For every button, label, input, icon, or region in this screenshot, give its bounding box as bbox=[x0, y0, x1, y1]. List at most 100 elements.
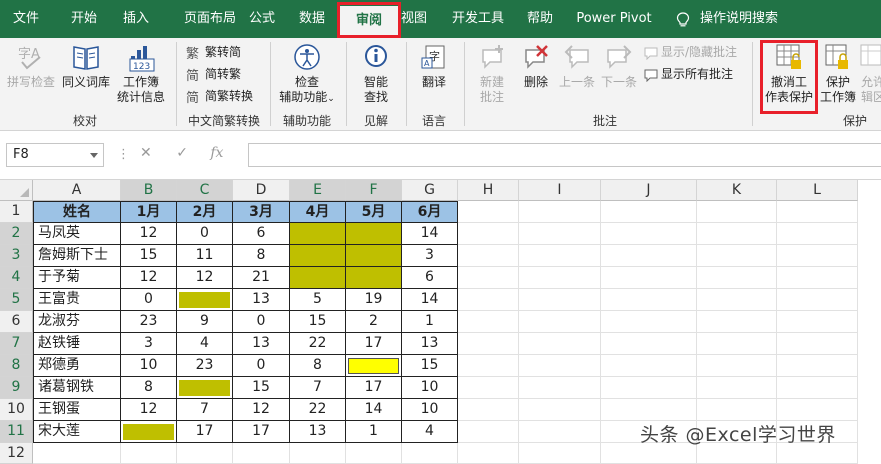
show-all-comments-button[interactable]: 显示所有批注 bbox=[644, 64, 733, 84]
empty-cell[interactable] bbox=[601, 245, 697, 267]
column-header-a[interactable]: A bbox=[33, 180, 121, 201]
data-cell[interactable]: 5 bbox=[290, 289, 346, 311]
translate-button[interactable]: 字 A 翻译 bbox=[412, 42, 456, 90]
data-cell[interactable]: 17 bbox=[177, 421, 233, 443]
data-cell[interactable]: 15 bbox=[290, 311, 346, 333]
data-cell[interactable]: 1 bbox=[402, 311, 458, 333]
row-header-11[interactable]: 11 bbox=[0, 421, 33, 443]
data-cell[interactable]: 10 bbox=[402, 377, 458, 399]
data-cell[interactable]: 10 bbox=[402, 399, 458, 421]
row-header-7[interactable]: 7 bbox=[0, 333, 33, 355]
empty-cell[interactable] bbox=[458, 443, 519, 464]
empty-cell[interactable] bbox=[697, 399, 777, 421]
empty-cell[interactable] bbox=[519, 245, 601, 267]
empty-cell[interactable] bbox=[777, 201, 858, 223]
data-cell[interactable]: 13 bbox=[402, 333, 458, 355]
workbook-statistics-button[interactable]: 123 工作簿 统计信息 bbox=[114, 42, 168, 105]
column-header-h[interactable]: H bbox=[458, 180, 519, 201]
data-cell[interactable]: 15 bbox=[402, 355, 458, 377]
empty-cell[interactable] bbox=[519, 201, 601, 223]
column-header-b[interactable]: B bbox=[121, 180, 177, 201]
empty-cell[interactable] bbox=[458, 245, 519, 267]
row-header-5[interactable]: 5 bbox=[0, 289, 33, 311]
empty-cell[interactable] bbox=[697, 267, 777, 289]
empty-cell[interactable] bbox=[777, 223, 858, 245]
allow-edit-ranges-button[interactable]: 允许 辑区 bbox=[858, 42, 881, 105]
empty-cell[interactable] bbox=[697, 355, 777, 377]
table-header-cell[interactable]: 3月 bbox=[233, 201, 290, 223]
show-hide-comment-button[interactable]: 显示/隐藏批注 bbox=[644, 42, 737, 62]
convert-button[interactable]: 简简繁转换 bbox=[186, 86, 253, 106]
name-cell[interactable]: 马凤英 bbox=[33, 223, 121, 245]
column-header-g[interactable]: G bbox=[402, 180, 458, 201]
empty-cell[interactable] bbox=[458, 201, 519, 223]
to-traditional-button[interactable]: 简简转繁 bbox=[186, 64, 241, 84]
data-cell[interactable]: 3 bbox=[402, 245, 458, 267]
data-cell[interactable] bbox=[290, 267, 346, 289]
row-header-8[interactable]: 8 bbox=[0, 355, 33, 377]
empty-cell[interactable] bbox=[601, 377, 697, 399]
data-cell[interactable]: 14 bbox=[402, 289, 458, 311]
data-cell[interactable]: 6 bbox=[402, 267, 458, 289]
empty-cell[interactable] bbox=[777, 289, 858, 311]
empty-cell[interactable] bbox=[777, 399, 858, 421]
row-header-4[interactable]: 4 bbox=[0, 267, 33, 289]
empty-cell[interactable] bbox=[697, 311, 777, 333]
data-cell[interactable] bbox=[346, 245, 402, 267]
resize-handle-icon[interactable]: ⋮ bbox=[117, 147, 130, 162]
smart-lookup-button[interactable]: 智能 查找 bbox=[354, 42, 398, 105]
data-cell[interactable]: 10 bbox=[121, 355, 177, 377]
tab-data[interactable]: 数据 bbox=[290, 0, 334, 38]
name-cell[interactable]: 赵铁锤 bbox=[33, 333, 121, 355]
empty-cell[interactable] bbox=[697, 289, 777, 311]
name-cell[interactable]: 龙淑芬 bbox=[33, 311, 121, 333]
empty-cell[interactable] bbox=[601, 201, 697, 223]
data-cell[interactable]: 12 bbox=[121, 223, 177, 245]
table-header-cell[interactable]: 2月 bbox=[177, 201, 233, 223]
data-cell[interactable] bbox=[346, 267, 402, 289]
tab-formulas[interactable]: 公式 bbox=[240, 0, 284, 38]
column-header-k[interactable]: K bbox=[697, 180, 777, 201]
data-cell[interactable]: 0 bbox=[233, 311, 290, 333]
data-cell[interactable]: 4 bbox=[402, 421, 458, 443]
name-cell[interactable]: 郑德勇 bbox=[33, 355, 121, 377]
empty-cell[interactable] bbox=[601, 223, 697, 245]
data-cell[interactable]: 9 bbox=[177, 311, 233, 333]
empty-cell[interactable] bbox=[601, 311, 697, 333]
empty-cell[interactable] bbox=[519, 267, 601, 289]
empty-cell[interactable] bbox=[458, 333, 519, 355]
data-cell[interactable]: 8 bbox=[290, 355, 346, 377]
empty-cell[interactable] bbox=[33, 443, 121, 464]
tab-insert[interactable]: 插入 bbox=[114, 0, 158, 38]
data-cell[interactable]: 11 bbox=[177, 245, 233, 267]
empty-cell[interactable] bbox=[458, 421, 519, 443]
data-cell[interactable]: 1 bbox=[346, 421, 402, 443]
empty-cell[interactable] bbox=[697, 333, 777, 355]
empty-cell[interactable] bbox=[458, 377, 519, 399]
data-cell[interactable]: 12 bbox=[233, 399, 290, 421]
empty-cell[interactable] bbox=[777, 355, 858, 377]
row-header-2[interactable]: 2 bbox=[0, 223, 33, 245]
data-cell[interactable]: 12 bbox=[121, 399, 177, 421]
protect-workbook-button[interactable]: 保护 工作簿 bbox=[818, 42, 858, 105]
table-header-cell[interactable]: 5月 bbox=[346, 201, 402, 223]
empty-cell[interactable] bbox=[458, 355, 519, 377]
data-cell[interactable]: 22 bbox=[290, 333, 346, 355]
data-cell[interactable]: 3 bbox=[121, 333, 177, 355]
empty-cell[interactable] bbox=[601, 267, 697, 289]
confirm-icon[interactable]: ✓ bbox=[176, 145, 188, 161]
data-cell[interactable]: 13 bbox=[233, 333, 290, 355]
empty-cell[interactable] bbox=[458, 223, 519, 245]
data-cell[interactable]: 22 bbox=[290, 399, 346, 421]
name-cell[interactable]: 于予菊 bbox=[33, 267, 121, 289]
table-header-cell[interactable]: 1月 bbox=[121, 201, 177, 223]
empty-cell[interactable] bbox=[519, 421, 601, 443]
data-cell[interactable]: 12 bbox=[121, 267, 177, 289]
chevron-down-icon[interactable] bbox=[90, 153, 98, 158]
empty-cell[interactable] bbox=[697, 245, 777, 267]
empty-cell[interactable] bbox=[519, 223, 601, 245]
empty-cell[interactable] bbox=[601, 355, 697, 377]
empty-cell[interactable] bbox=[519, 399, 601, 421]
empty-cell[interactable] bbox=[458, 399, 519, 421]
empty-cell[interactable] bbox=[519, 443, 601, 464]
